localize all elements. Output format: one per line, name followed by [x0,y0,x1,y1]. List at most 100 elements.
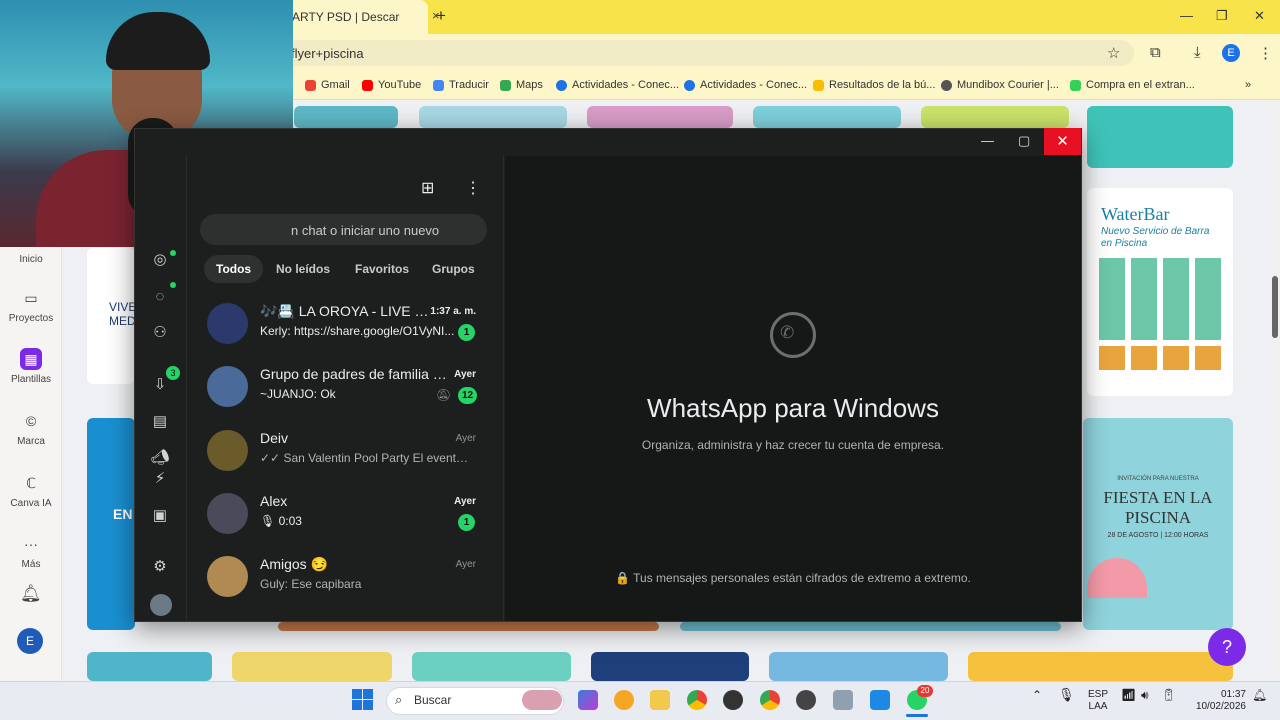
chat-avatar [207,556,248,597]
template-thumbnail[interactable]: VIVE MED [87,248,136,384]
rail-item-inicio[interactable]: Inicio [0,254,62,265]
menu-icon[interactable]: ⋮ [1258,44,1273,62]
notifications-icon[interactable]: 🔔︎ [1252,689,1267,701]
chat-row[interactable]: Amigos 😏 Ayer Guly: Ese capibara [188,546,498,609]
start-button[interactable] [352,689,374,711]
template-thumbnail[interactable] [680,622,1061,631]
template-thumbnail[interactable] [968,652,1233,681]
bookmark-resultados[interactable]: Resultados de la bú... [813,76,935,94]
bookmark-label: YouTube [378,79,422,91]
chat-avatar [207,366,248,407]
minimize-button[interactable]: — [1180,8,1193,23]
template-thumbnail[interactable] [1087,106,1233,168]
status-icon[interactable]: ◎ [149,249,171,271]
template-thumbnail[interactable] [591,652,749,681]
bookmark-actividades-1[interactable]: Actividades - Conec... [556,76,679,94]
scrollbar-thumb[interactable] [1272,276,1278,338]
template-thumbnail[interactable] [769,652,948,681]
template-thumbnail[interactable]: EN [87,418,135,630]
page-scrollbar[interactable] [1270,101,1280,681]
channels-dot [170,282,176,288]
rail-item-mas[interactable]: ··· Más [0,533,62,570]
status-dot [170,250,176,256]
clock[interactable]: 01:37 10/02/2026 [1186,689,1246,713]
template-waterbar[interactable]: WaterBar Nuevo Servicio de Barra en Pisc… [1087,188,1233,396]
address-bar[interactable] [284,40,1134,66]
close-window-button[interactable]: ✕ [1254,8,1265,24]
copilot-icon[interactable] [578,690,598,710]
chrome-icon[interactable] [687,690,707,710]
volume-icon[interactable]: 🔊︎ [1141,689,1149,701]
settings-icon[interactable]: ⚙ [149,556,171,578]
bookmark-gmail[interactable]: Gmail [305,76,350,94]
chat-row[interactable]: Deiv Ayer ✓✓ San Valentin Pool Party El … [188,420,498,483]
filter-no-leidos[interactable]: No leídos [264,255,342,283]
bookmark-maps[interactable]: Maps [500,76,543,94]
communities-icon[interactable]: ⚇ [149,322,171,344]
template-thumbnail[interactable] [232,652,392,681]
bookmark-compra[interactable]: Compra en el extran... [1070,76,1195,94]
help-button[interactable]: ? [1208,628,1246,666]
template-thumbnail[interactable] [87,652,212,681]
rail-item-canva-ia[interactable]: ℂ Canva IA [0,472,62,509]
catalog-icon[interactable]: ▤ [149,411,171,433]
url-text[interactable]: flyer+piscina [291,46,364,61]
megaphone-icon[interactable]: 📣︎ [149,447,171,469]
template-thumbnail[interactable] [278,622,659,631]
template-thumbnail[interactable] [294,106,398,128]
rail-item-marca[interactable]: © Marca [0,410,62,447]
wa-maximize-button[interactable]: ▢ [1018,133,1030,149]
app-icon[interactable] [870,690,890,710]
template-thumbnail[interactable] [412,652,571,681]
chat-row[interactable]: Grupo de padres de familia de... Ayer ~J… [188,356,498,419]
bookmark-label: Actividades - Conec... [572,79,679,91]
filter-todos[interactable]: Todos [204,255,264,283]
bookmarks-overflow-button[interactable]: » [1245,76,1251,94]
chrome-profile-icon[interactable] [723,690,743,710]
bookmark-traducir[interactable]: Traducir [433,76,489,94]
channels-icon[interactable]: ◌ [149,286,171,308]
chevron-up-icon[interactable]: ⌃ [1032,689,1042,701]
rail-label: Proyectos [8,313,54,324]
template-thumbnail[interactable] [753,106,901,128]
filter-favoritos[interactable]: Favoritos [343,255,421,283]
bell-icon[interactable]: 🔔︎ [20,584,42,604]
template-thumbnail[interactable] [921,106,1069,128]
chat-row[interactable]: 🎶📇 LA OROYA - LIVE EV... 1:37 a. m. Kerl… [188,293,498,356]
language-indicator[interactable]: ESP LAA [1086,689,1110,713]
file-explorer-icon[interactable] [650,690,670,710]
quick-replies-icon[interactable]: ⚡︎ [149,468,171,490]
profile-avatar[interactable]: E [1222,44,1240,62]
extensions-icon[interactable]: ⧉ [1150,44,1161,61]
media-icon[interactable]: ▣ [149,505,171,527]
app-icon[interactable] [833,690,853,710]
maximize-button[interactable]: ❐ [1216,8,1228,24]
bookmark-youtube[interactable]: YouTube [362,76,421,94]
user-avatar[interactable]: E [17,628,43,654]
wifi-icon[interactable]: 📶︎ [1121,689,1136,701]
template-thumbnail[interactable] [587,106,733,128]
new-chat-icon[interactable]: ⊞ [421,178,434,198]
wa-close-button[interactable]: ✕ [1044,128,1081,155]
media-player-icon[interactable] [796,690,816,710]
template-fiesta[interactable]: INVITACIÓN PARA NUESTRA FIESTA EN LA PIS… [1083,418,1233,630]
microphone-icon[interactable]: 🎙︎ [1058,688,1075,701]
new-tab-button[interactable]: + [436,6,446,26]
menu-icon[interactable]: ⋮ [465,178,481,198]
search-app-icon[interactable] [614,690,634,710]
bookmark-actividades-2[interactable]: Actividades - Conec... [684,76,807,94]
windows-logo-icon [352,689,362,699]
rail-item-proyectos[interactable]: ▭ Proyectos [0,287,62,324]
template-thumbnail[interactable] [419,106,567,128]
rail-item-plantillas[interactable]: ▦ Plantillas [0,348,62,385]
battery-icon[interactable]: 🔋︎ [1161,689,1176,701]
wa-minimize-button[interactable]: — [981,133,994,148]
star-icon[interactable]: ☆ [1107,44,1120,62]
download-icon[interactable]: ⤓ [1194,44,1201,61]
wa-profile-avatar[interactable] [150,594,172,616]
unread-badge: 1 [458,324,475,341]
chrome-icon[interactable] [760,690,780,710]
chat-row[interactable]: Alex Ayer 🎙 0:03 1 [188,483,498,546]
bookmark-mundibox[interactable]: Mundibox Courier |... [941,76,1059,94]
filter-grupos[interactable]: Grupos [420,255,487,283]
